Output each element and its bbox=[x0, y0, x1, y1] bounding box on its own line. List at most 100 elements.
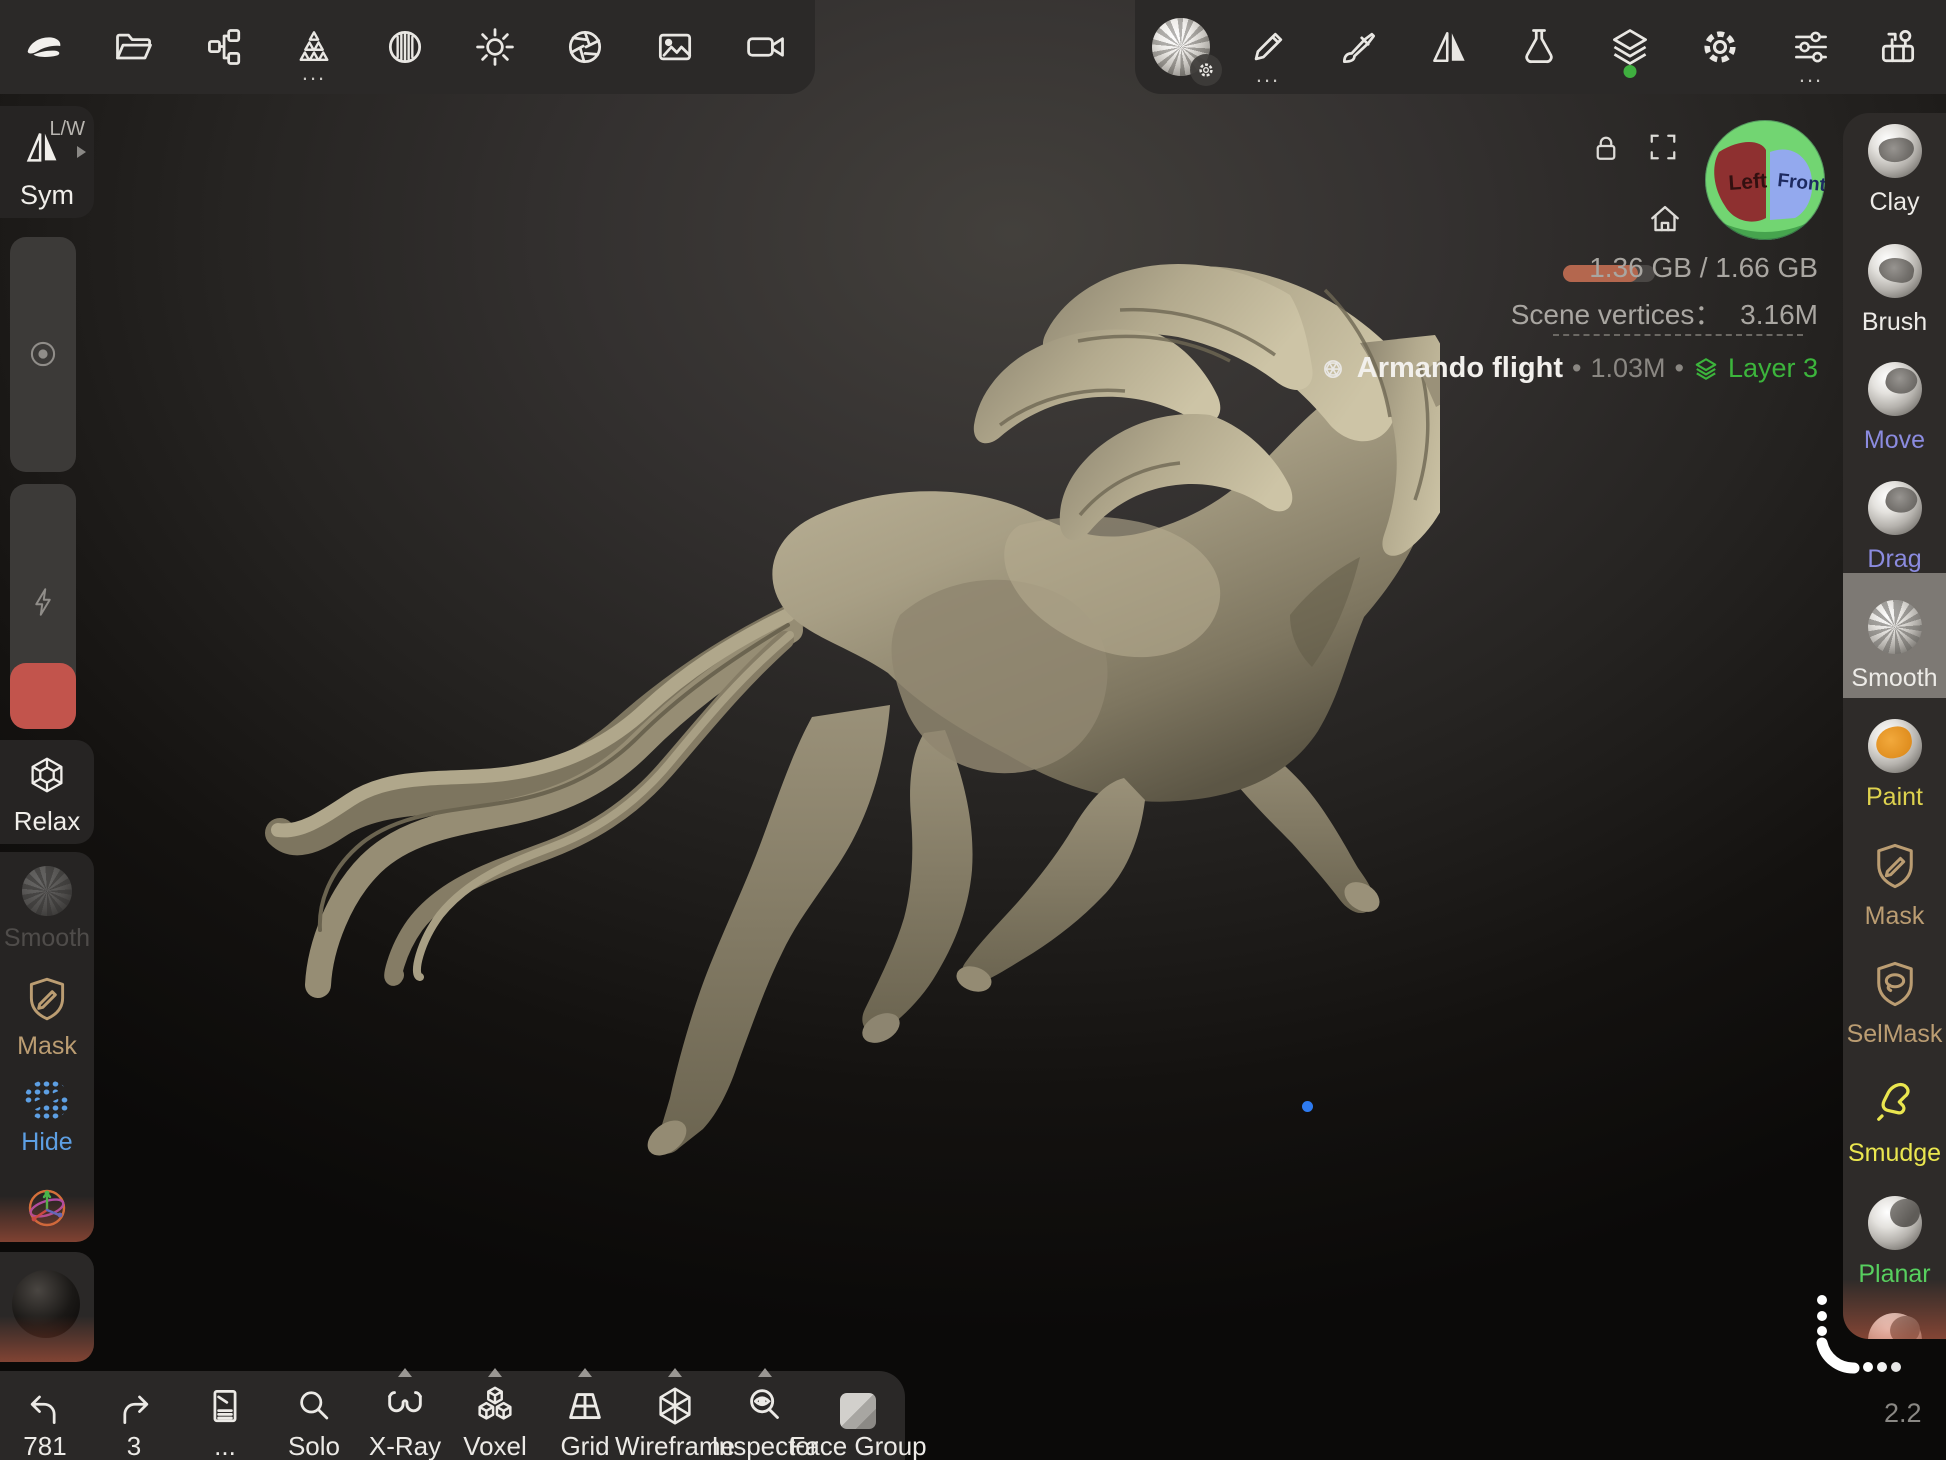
tool-clay[interactable]: Clay bbox=[1843, 124, 1946, 217]
fullscreen-icon[interactable] bbox=[1645, 129, 1681, 165]
settings-gear-icon[interactable] bbox=[1698, 25, 1742, 69]
node-editor-icon[interactable] bbox=[203, 25, 247, 69]
files-icon[interactable] bbox=[112, 25, 156, 69]
brush-settings-badge[interactable] bbox=[1190, 54, 1222, 86]
facegroup-button[interactable]: Face Group bbox=[798, 1371, 918, 1460]
tool-paint[interactable]: Paint bbox=[1843, 719, 1946, 812]
tool-planar[interactable]: Planar bbox=[1843, 1196, 1946, 1289]
brush-rail: Clay Brush Move Drag Smooth Paint Mask bbox=[1843, 113, 1946, 1339]
undo-count: 781 bbox=[23, 1431, 66, 1460]
tool-label: Paint bbox=[1866, 783, 1923, 812]
experimental-flask-icon[interactable] bbox=[1517, 25, 1561, 69]
redo-count: 3 bbox=[127, 1431, 141, 1460]
clay-brush-icon bbox=[1868, 124, 1922, 178]
stats-divider bbox=[1553, 334, 1803, 336]
camera-icon[interactable] bbox=[744, 25, 788, 69]
tool-next-partial[interactable] bbox=[1843, 1313, 1946, 1339]
smooth-brush-icon bbox=[22, 866, 72, 916]
layers-icon bbox=[1693, 356, 1719, 382]
relax-label: Relax bbox=[0, 806, 94, 837]
interface-overflow-dots: ... bbox=[1799, 62, 1823, 88]
tool-smooth[interactable]: Smooth bbox=[1843, 600, 1946, 693]
scene-vertices-value: 3.16M bbox=[1740, 299, 1818, 330]
memory-usage-text: 1.36 GB / 1.66 GB bbox=[1589, 252, 1818, 284]
render-icon[interactable] bbox=[563, 25, 607, 69]
move-brush-icon bbox=[1868, 362, 1922, 416]
selmask-shield-icon bbox=[1869, 958, 1921, 1010]
drag-brush-icon bbox=[1868, 481, 1922, 535]
tool-selmask[interactable]: SelMask bbox=[1843, 958, 1946, 1049]
left-smooth-label: Smooth bbox=[4, 924, 90, 953]
nav-face-left-label: Left bbox=[1728, 169, 1768, 195]
painting-brush-icon[interactable] bbox=[1337, 25, 1381, 69]
tool-label: Planar bbox=[1858, 1260, 1930, 1289]
mask-shield-icon bbox=[1869, 840, 1921, 892]
expand-caret[interactable] bbox=[758, 1368, 772, 1377]
toolbox-icon[interactable] bbox=[1876, 25, 1920, 69]
home-icon[interactable] bbox=[1646, 200, 1684, 238]
intensity-fill bbox=[10, 663, 76, 729]
left-mask-label: Mask bbox=[17, 1032, 77, 1061]
brush-brush-icon bbox=[1868, 244, 1922, 298]
gear-icon bbox=[1196, 60, 1216, 80]
grid-icon bbox=[562, 1383, 608, 1429]
facegroup-label: Face Group bbox=[789, 1431, 926, 1460]
expand-caret[interactable] bbox=[668, 1368, 682, 1377]
tool-label: Drag bbox=[1867, 545, 1921, 574]
tool-move[interactable]: Move bbox=[1843, 362, 1946, 455]
toolbar-top-right: ... ... bbox=[1135, 0, 1946, 94]
left-hide-label: Hide bbox=[21, 1128, 72, 1157]
radius-slider[interactable] bbox=[10, 237, 76, 472]
expand-caret[interactable] bbox=[488, 1368, 502, 1377]
sculpt-viewport[interactable]: Left Front 1.36 GB / 1.66 GB Scene verti… bbox=[0, 0, 1946, 1460]
nomad-logo-icon[interactable] bbox=[20, 24, 66, 70]
scene-overflow-dots: ... bbox=[302, 60, 326, 86]
smooth-brush-icon bbox=[1868, 600, 1922, 654]
symmetry-icon[interactable] bbox=[1428, 25, 1472, 69]
lock-icon[interactable] bbox=[1588, 131, 1624, 167]
background-image-icon[interactable] bbox=[653, 25, 697, 69]
brush-cursor-dot bbox=[1302, 1101, 1313, 1112]
relax-web-icon bbox=[24, 752, 70, 798]
scene-vertices-line: Scene vertices： 3.16M bbox=[1511, 293, 1818, 333]
relax-button[interactable]: Relax bbox=[0, 740, 94, 844]
tool-smudge[interactable]: Smudge bbox=[1843, 1077, 1946, 1168]
tool-label: Smudge bbox=[1848, 1139, 1941, 1168]
tool-label: Smooth bbox=[1851, 664, 1937, 693]
left-mask-button[interactable]: Mask bbox=[0, 974, 94, 1061]
symmetry-panel[interactable]: L/W Sym bbox=[0, 106, 94, 218]
partial-brush-icon bbox=[1868, 1313, 1922, 1339]
xray-glasses-icon bbox=[382, 1383, 428, 1429]
voxel-cubes-icon bbox=[472, 1383, 518, 1429]
sym-expand-caret[interactable] bbox=[77, 146, 86, 158]
gizmo-icon[interactable] bbox=[23, 1184, 71, 1232]
mesh-sphere-icon bbox=[1318, 354, 1348, 384]
material-preview-panel[interactable] bbox=[0, 1252, 94, 1362]
matcap-icon[interactable] bbox=[383, 25, 427, 69]
tool-drag[interactable]: Drag bbox=[1843, 481, 1946, 574]
active-brush-preview[interactable] bbox=[1152, 18, 1210, 76]
journal-dots: ... bbox=[214, 1431, 236, 1460]
xray-label: X-Ray bbox=[369, 1431, 441, 1460]
facegroup-icon bbox=[840, 1393, 876, 1429]
tool-label: Move bbox=[1864, 426, 1925, 455]
left-hide-button[interactable]: Hide bbox=[0, 1080, 94, 1157]
left-smooth-button[interactable]: Smooth bbox=[0, 866, 94, 953]
selected-object-row[interactable]: Armando flight • 1.03M • Layer 3 bbox=[1318, 352, 1818, 385]
object-name: Armando flight bbox=[1357, 352, 1563, 385]
separator-dot: • bbox=[1572, 353, 1581, 384]
solo-magnifier-icon bbox=[292, 1385, 336, 1429]
journal-icon bbox=[203, 1385, 247, 1429]
expand-caret[interactable] bbox=[578, 1368, 592, 1377]
orientation-cube[interactable]: Left Front bbox=[1703, 118, 1827, 242]
separator-dot: • bbox=[1674, 353, 1683, 384]
layers-stack-icon[interactable] bbox=[1608, 25, 1652, 69]
app-version: 2.2 bbox=[1884, 1398, 1922, 1429]
inspector-icon bbox=[742, 1383, 788, 1429]
lighting-icon[interactable] bbox=[473, 25, 517, 69]
expand-caret[interactable] bbox=[398, 1368, 412, 1377]
radius-icon bbox=[24, 335, 62, 373]
tool-brush[interactable]: Brush bbox=[1843, 244, 1946, 337]
redo-icon bbox=[112, 1385, 156, 1429]
tool-mask[interactable]: Mask bbox=[1843, 840, 1946, 931]
